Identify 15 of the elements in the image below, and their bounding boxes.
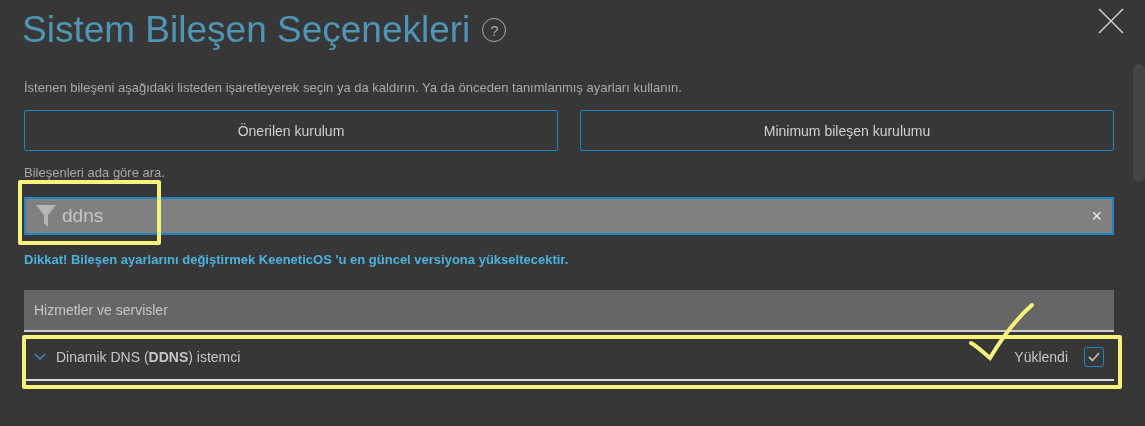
filter-icon <box>36 205 56 227</box>
dialog-title: Sistem Bileşen Seçenekleri <box>22 9 471 51</box>
preset-button[interactable]: Minimum bileşen kurulumu <box>580 110 1114 151</box>
group-header: Hizmetler ve servisler <box>24 290 1114 332</box>
close-icon[interactable] <box>1098 8 1124 34</box>
check-icon <box>1088 351 1100 362</box>
search-label: Bileşenleri ada göre ara. <box>24 165 166 180</box>
checkbox[interactable] <box>1084 346 1104 367</box>
warning-text: Dikkat! Bileşen ayarlarını değiştirmek KeeneticOS 'u en güncel versiyona yükseltecektir. <box>24 252 570 267</box>
status-text: Yüklendi <box>1014 348 1068 365</box>
component-row[interactable]: Dinamik DNS (DDNS) istemci Yüklendi <box>24 334 1114 381</box>
description-text: İstenen bileşeni aşağıdaki listeden işaretleyerek seçin ya da kaldırın. Ya da önceden tanımlanmış ayarları kullanın. <box>24 80 683 95</box>
chevron-icon[interactable] <box>34 352 46 361</box>
preset-button[interactable]: Önerilen kurulum <box>24 110 558 151</box>
component-name: Dinamik DNS (DDNS) istemci <box>56 348 242 365</box>
